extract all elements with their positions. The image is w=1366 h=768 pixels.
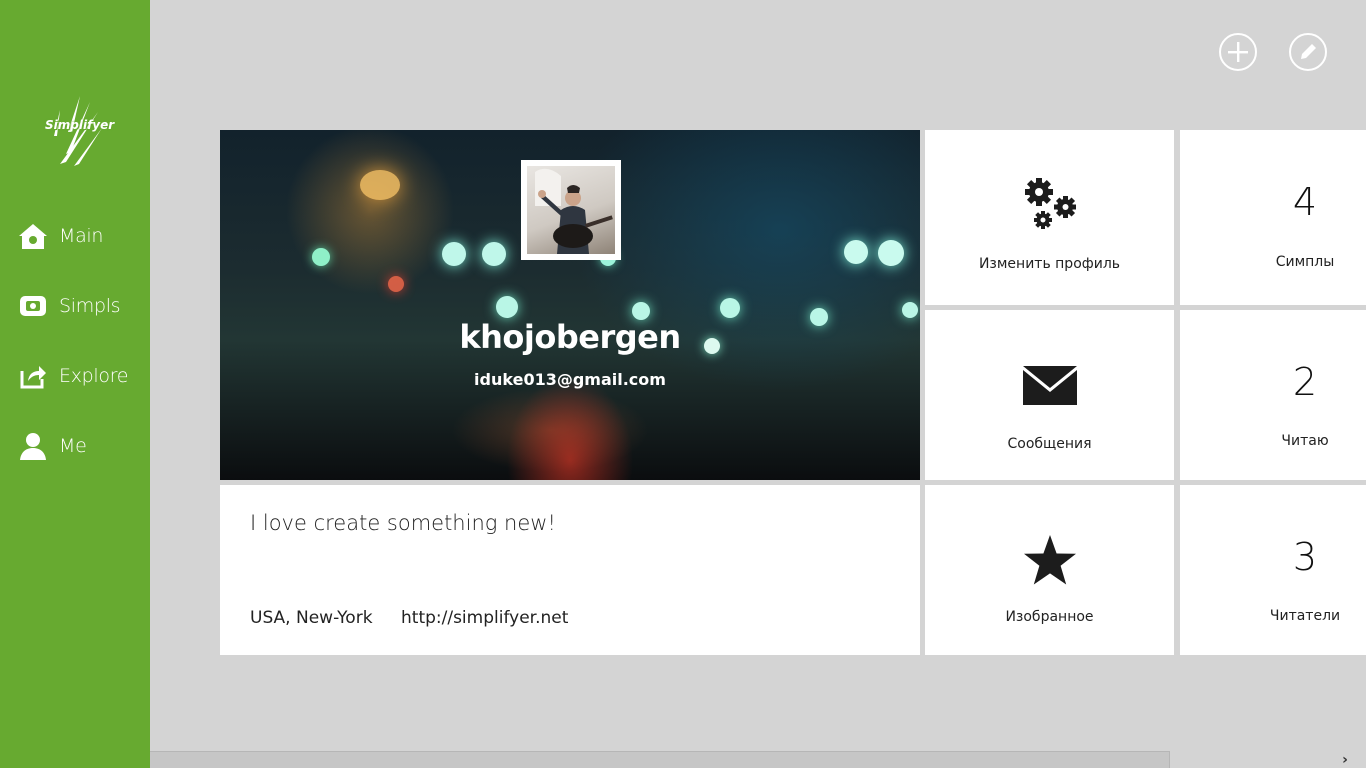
bokeh-light [878, 240, 904, 266]
pencil-icon [1301, 44, 1316, 59]
profile-email: iduke013@gmail.com [474, 370, 666, 389]
bokeh-light [312, 248, 330, 266]
bokeh-light [902, 302, 918, 318]
envelope-icon [925, 364, 1174, 406]
stat-followers-tile[interactable]: 3 Читатели [1180, 485, 1366, 655]
edit-profile-label: Изменить профиль [978, 256, 1121, 272]
stat-following-tile[interactable]: 2 Читаю [1180, 310, 1366, 480]
bio-text: I love create something new! [250, 511, 556, 535]
stat-label: Читаю [1281, 433, 1329, 449]
bokeh-light [844, 240, 868, 264]
sidebar-item-label: Explore [59, 365, 129, 387]
home-icon [18, 221, 48, 251]
stat-value: 2 [1292, 360, 1318, 404]
sidebar: Simplifyer Main Simpls Explore Me [0, 0, 150, 768]
simpls-icon [18, 291, 48, 321]
favorites-tile[interactable]: Изобранное [925, 485, 1174, 655]
app-logo[interactable]: Simplifyer [40, 92, 115, 168]
edit-button[interactable] [1289, 33, 1327, 71]
bokeh-light [388, 276, 404, 292]
bio-card: I love create something new! USA, New-Yo… [220, 485, 920, 655]
gears-icon [925, 176, 1174, 232]
sidebar-item-label: Me [59, 435, 87, 457]
sidebar-item-simpls[interactable]: Simpls [18, 288, 121, 324]
stat-label: Симплы [1275, 254, 1335, 270]
person-icon [18, 431, 48, 461]
star-icon [925, 533, 1174, 587]
favorites-label: Изобранное [1005, 609, 1094, 625]
messages-tile[interactable]: Сообщения [925, 310, 1174, 480]
location-text: USA, New-York [250, 608, 373, 628]
edit-profile-tile[interactable]: Изменить профиль [925, 130, 1174, 305]
messages-label: Сообщения [1007, 436, 1092, 452]
bokeh-light [720, 298, 740, 318]
stat-value: 4 [1292, 180, 1318, 224]
profile-banner: khojobergen iduke013@gmail.com [220, 130, 920, 480]
avatar-photo [527, 166, 615, 254]
bokeh-light [482, 242, 506, 266]
stat-label: Читатели [1269, 608, 1341, 624]
stat-simpls-tile[interactable]: 4 Симплы [1180, 130, 1366, 305]
sidebar-item-explore[interactable]: Explore [18, 358, 129, 394]
horizontal-scrollbar[interactable] [150, 751, 1170, 768]
bokeh-light [360, 170, 400, 200]
scroll-right-arrow[interactable]: › [1335, 752, 1355, 768]
plus-icon [1228, 42, 1248, 62]
logo-text: Simplifyer [45, 118, 115, 132]
sidebar-item-label: Simpls [59, 295, 121, 317]
add-button[interactable] [1219, 33, 1257, 71]
bokeh-light [442, 242, 466, 266]
sidebar-item-me[interactable]: Me [18, 428, 87, 464]
bokeh-light [496, 296, 518, 318]
share-icon [18, 361, 48, 391]
avatar[interactable] [521, 160, 621, 260]
profile-username: khojobergen [459, 318, 681, 356]
website-link[interactable]: http://simplifyer.net [401, 608, 568, 628]
stat-value: 3 [1292, 535, 1318, 579]
sidebar-item-label: Main [59, 225, 104, 247]
sidebar-item-main[interactable]: Main [18, 218, 103, 254]
